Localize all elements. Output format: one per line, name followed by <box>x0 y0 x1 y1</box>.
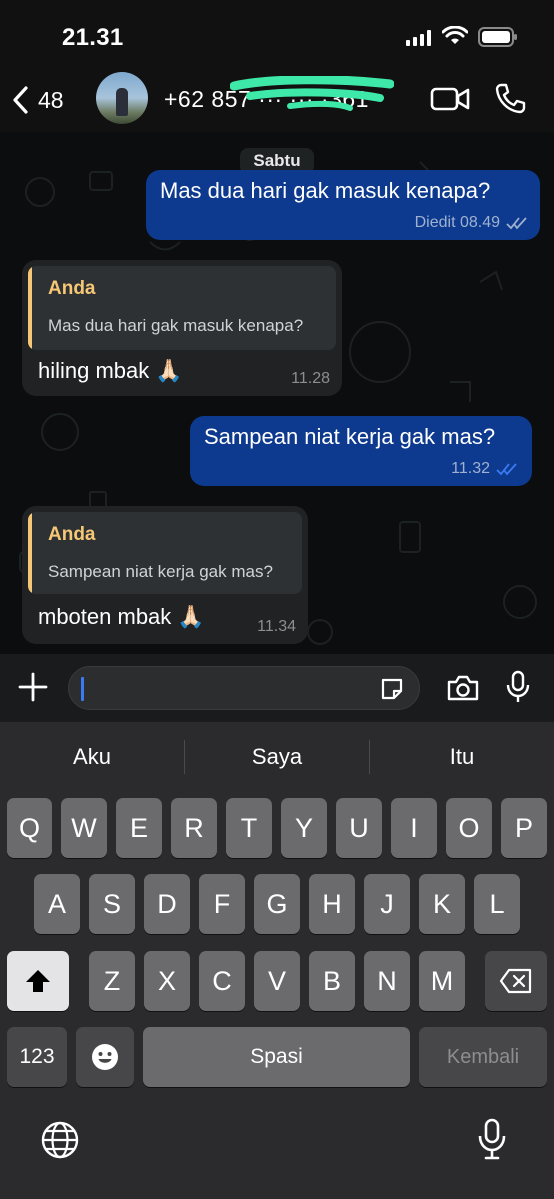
quoted-message[interactable]: Anda Sampean niat kerja gak mas? <box>28 512 302 594</box>
praying-hands-emoji: 🙏🏻 <box>155 358 183 383</box>
globe-icon[interactable] <box>40 1120 80 1160</box>
shift-key[interactable] <box>7 951 69 1011</box>
suggestion-1[interactable]: Aku <box>0 744 184 770</box>
chevron-left-icon <box>13 86 28 114</box>
predictive-suggestions: Aku Saya Itu <box>0 722 554 792</box>
shift-icon <box>26 970 50 992</box>
video-camera-icon[interactable] <box>430 84 470 114</box>
key-f[interactable]: F <box>199 874 245 934</box>
key-b[interactable]: B <box>309 951 355 1011</box>
quote-text: Mas dua hari gak masuk kenapa? <box>48 316 304 335</box>
key-a[interactable]: A <box>34 874 80 934</box>
dictation-microphone-icon[interactable] <box>478 1118 506 1160</box>
key-y[interactable]: Y <box>281 798 327 858</box>
key-l[interactable]: L <box>474 874 520 934</box>
key-z[interactable]: Z <box>89 951 135 1011</box>
message-bubble-incoming[interactable]: Anda Mas dua hari gak masuk kenapa? hili… <box>22 260 342 396</box>
signal-icon <box>406 30 431 46</box>
avatar[interactable] <box>96 72 148 124</box>
message-timestamp: Diedit 08.49 <box>414 214 500 231</box>
key-q[interactable]: Q <box>7 798 52 858</box>
message-meta: Diedit 08.49 <box>415 214 528 232</box>
key-s[interactable]: S <box>89 874 135 934</box>
microphone-icon[interactable] <box>506 670 530 704</box>
camera-icon[interactable] <box>446 674 480 702</box>
message-input[interactable] <box>68 666 420 710</box>
quoted-message[interactable]: Anda Mas dua hari gak masuk kenapa? <box>28 266 336 350</box>
message-text: hiling mbak 🙏🏻 <box>38 358 183 383</box>
status-time: 21.31 <box>62 24 124 51</box>
key-v[interactable]: V <box>254 951 300 1011</box>
plus-icon[interactable] <box>18 672 48 702</box>
unread-count: 48 <box>38 86 64 113</box>
quote-author: Anda <box>48 524 96 545</box>
wifi-icon <box>442 26 468 44</box>
text-cursor <box>81 677 84 701</box>
key-e[interactable]: E <box>116 798 162 858</box>
message-text: Mas dua hari gak masuk kenapa? <box>160 178 491 203</box>
key-h[interactable]: H <box>309 874 355 934</box>
backspace-icon <box>499 968 532 994</box>
message-timestamp: 11.34 <box>257 618 296 635</box>
sticker-icon[interactable] <box>379 676 405 702</box>
emoji-key[interactable] <box>76 1027 134 1087</box>
key-p[interactable]: P <box>501 798 547 858</box>
double-check-icon <box>496 463 517 476</box>
battery-icon <box>478 27 517 47</box>
redaction-scribble <box>230 76 394 111</box>
key-i[interactable]: I <box>391 798 437 858</box>
praying-hands-emoji: 🙏🏻 <box>177 604 205 629</box>
return-key[interactable]: Kembali <box>419 1027 547 1087</box>
suggestion-3[interactable]: Itu <box>370 744 554 770</box>
back-button[interactable]: 48 <box>10 80 64 120</box>
suggestion-2[interactable]: Saya <box>185 744 369 770</box>
emoji-icon <box>92 1044 118 1070</box>
delete-key[interactable] <box>485 951 547 1011</box>
key-r[interactable]: R <box>171 798 217 858</box>
numbers-key[interactable]: 123 <box>7 1027 67 1087</box>
key-u[interactable]: U <box>336 798 382 858</box>
key-j[interactable]: J <box>364 874 410 934</box>
chat-area[interactable]: Sabtu Mas dua hari gak masuk kenapa? Die… <box>0 132 554 654</box>
phone-icon[interactable] <box>494 82 526 114</box>
quote-text: Sampean niat kerja gak mas? <box>48 562 273 581</box>
space-key[interactable]: Spasi <box>143 1027 410 1087</box>
key-d[interactable]: D <box>144 874 190 934</box>
message-input-bar <box>0 654 554 722</box>
message-timestamp: 11.28 <box>291 370 330 387</box>
message-text: Sampean niat kerja gak mas? <box>204 424 496 449</box>
message-meta: 11.32 <box>451 460 518 478</box>
key-m[interactable]: M <box>419 951 465 1011</box>
key-x[interactable]: X <box>144 951 190 1011</box>
quote-author: Anda <box>48 278 96 299</box>
message-text: mboten mbak 🙏🏻 <box>38 604 205 629</box>
message-bubble-outgoing[interactable]: Sampean niat kerja gak mas? 11.32 <box>190 416 532 486</box>
key-n[interactable]: N <box>364 951 410 1011</box>
message-bubble-outgoing[interactable]: Mas dua hari gak masuk kenapa? Diedit 08… <box>146 170 540 240</box>
key-o[interactable]: O <box>446 798 492 858</box>
status-bar: 21.31 <box>0 0 554 70</box>
keyboard: Aku Saya Itu Q W E R T Y U I O P A S D F… <box>0 722 554 1199</box>
chat-header: 48 +62 857 ··· ··· ·361 <box>0 70 554 132</box>
key-t[interactable]: T <box>226 798 272 858</box>
double-check-icon <box>506 217 527 230</box>
key-k[interactable]: K <box>419 874 465 934</box>
message-bubble-incoming[interactable]: Anda Sampean niat kerja gak mas? mboten … <box>22 506 308 644</box>
key-c[interactable]: C <box>199 951 245 1011</box>
key-g[interactable]: G <box>254 874 300 934</box>
message-timestamp: 11.32 <box>451 460 490 477</box>
key-w[interactable]: W <box>61 798 107 858</box>
